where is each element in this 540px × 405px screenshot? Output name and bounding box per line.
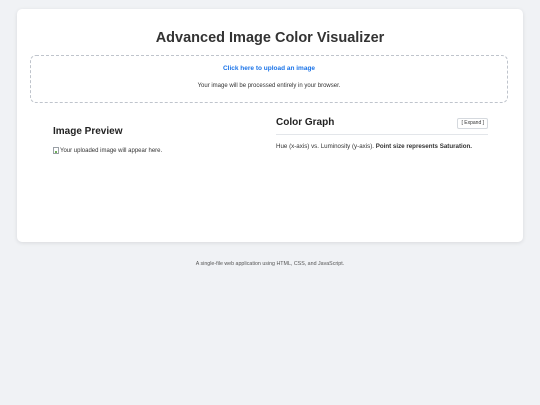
broken-image-icon xyxy=(53,147,59,154)
preview-title: Image Preview xyxy=(53,126,123,137)
image-alt-text: Your uploaded image will appear here. xyxy=(60,147,163,154)
upload-dropzone[interactable]: Click here to upload an image Your image… xyxy=(30,55,508,103)
graph-description-emphasis: Point size represents Saturation. xyxy=(375,143,473,150)
image-preview-placeholder: Your uploaded image will appear here. xyxy=(53,147,162,154)
upload-note: Your image will be processed entirely in… xyxy=(197,83,341,89)
graph-header: Color Graph [ Expand ] xyxy=(276,116,488,135)
graph-description: Hue (x-axis) vs. Luminosity (y-axis). Po… xyxy=(276,143,488,151)
footer-note: A single-file web application using HTML… xyxy=(195,261,345,267)
expand-button[interactable]: [ Expand ] xyxy=(457,118,488,129)
graph-title: Color Graph xyxy=(276,117,335,128)
upload-link[interactable]: Click here to upload an image xyxy=(31,65,507,72)
graph-description-text: Hue (x-axis) vs. Luminosity (y-axis). xyxy=(276,143,374,150)
page-title: Advanced Image Color Visualizer xyxy=(155,30,385,46)
main-card: Advanced Image Color Visualizer Click he… xyxy=(17,9,523,242)
